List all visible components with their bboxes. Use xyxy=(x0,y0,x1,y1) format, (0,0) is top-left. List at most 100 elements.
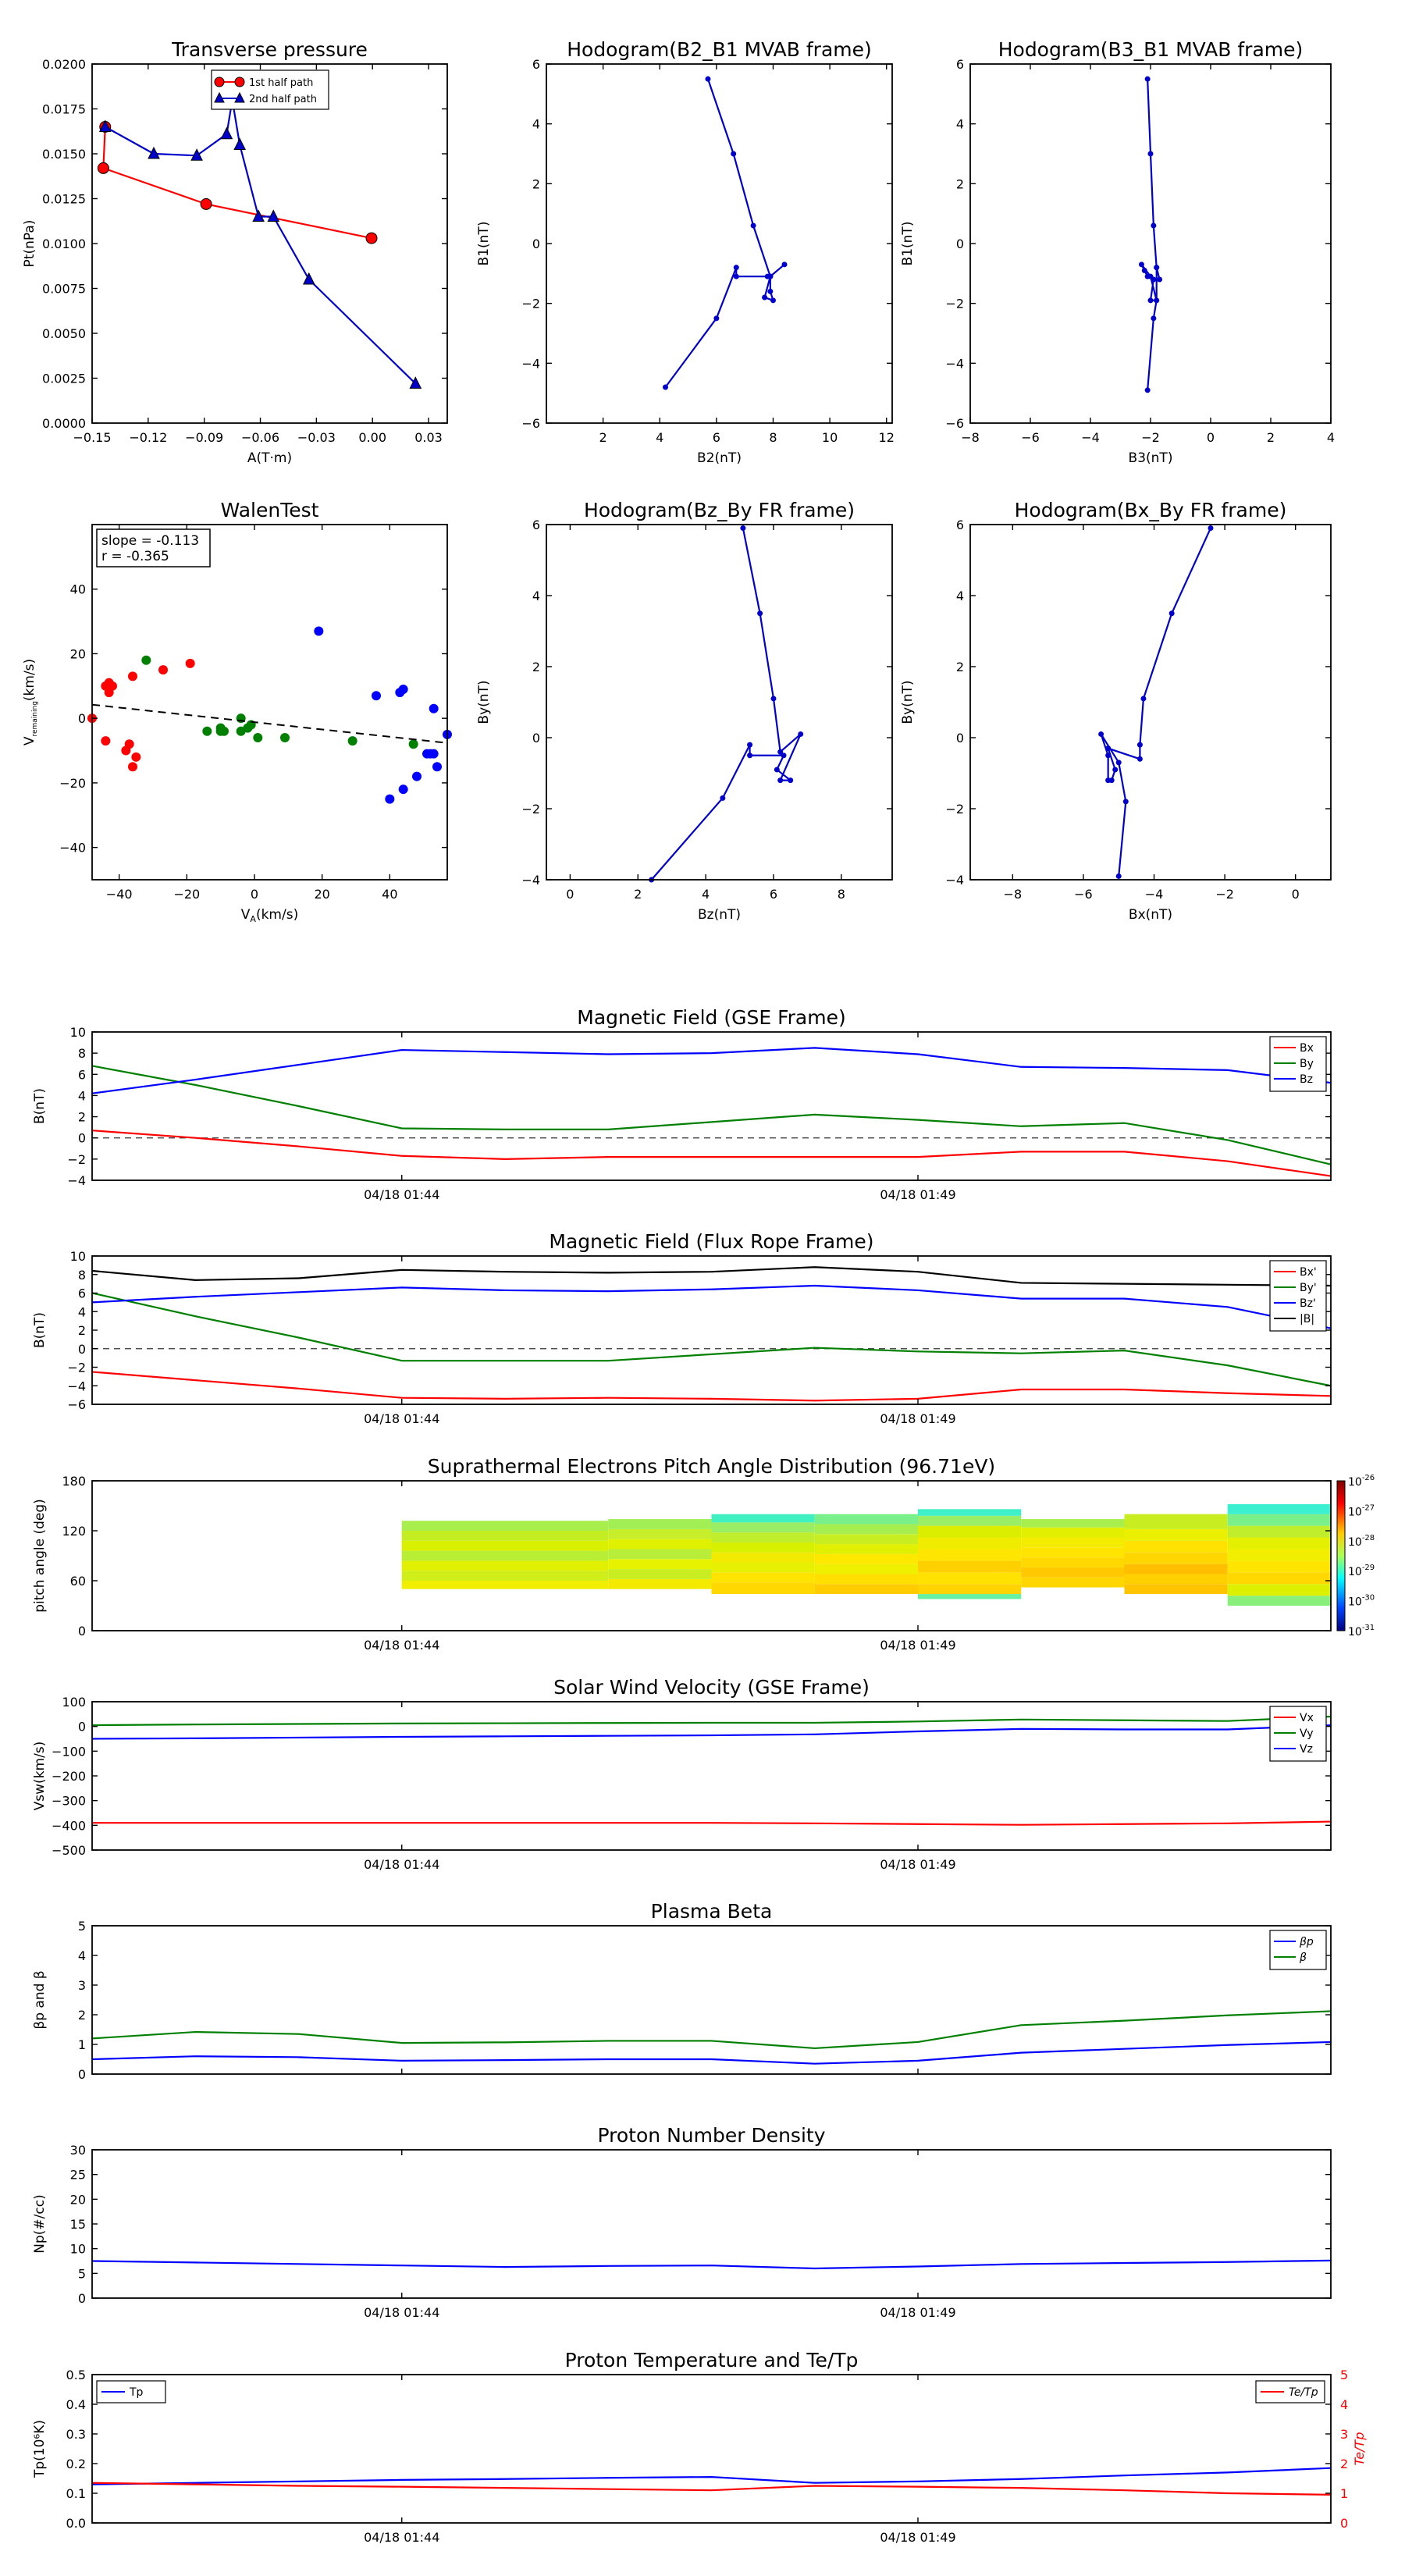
heatmap-cell xyxy=(711,1572,815,1583)
y-tick-label: −300 xyxy=(52,1794,86,1809)
chart-np: Proton Number Density 04/18 01:44 04/18 01… xyxy=(32,2124,1332,2320)
y-tick-label: −4 xyxy=(945,873,964,888)
data-point xyxy=(705,76,711,82)
data-point xyxy=(314,626,324,636)
heatmap-cell xyxy=(918,1525,1022,1538)
x-axis-label-rest: (km/s) xyxy=(256,907,298,923)
chart-beta: Plasma Beta 0 1 2 3 4 5 βp and β βp β xyxy=(32,1900,1332,2082)
x-tick-label: −0.15 xyxy=(73,430,111,445)
x-tick-label: 04/18 01:49 xyxy=(880,2530,955,2545)
x-tick-label: 6 xyxy=(713,430,720,445)
data-point xyxy=(733,265,739,271)
x-axis-label: VA(km/s) xyxy=(241,907,298,924)
y-tick-label: 0.4 xyxy=(66,2397,86,2412)
legend-label: Vy xyxy=(1300,1727,1314,1740)
plot-frame xyxy=(91,2149,1332,2299)
x-tick-label: −0.12 xyxy=(129,430,167,445)
chart-title: Hodogram(Bx_By FR frame) xyxy=(1015,499,1287,521)
plot-frame xyxy=(969,524,1332,881)
heatmap-cell xyxy=(1124,1528,1228,1541)
data-point xyxy=(1105,753,1112,759)
x-tick-label: 04/18 01:49 xyxy=(880,1638,955,1653)
x-tick-label: 04/18 01:49 xyxy=(880,1187,955,1202)
y-tick-label: 0.0100 xyxy=(42,237,86,251)
heatmap-cell xyxy=(1021,1567,1125,1578)
legend-label: By' xyxy=(1300,1282,1317,1294)
series-line-0 xyxy=(91,2259,1332,2270)
x-tick-label: 4 xyxy=(1327,430,1335,445)
y-tick-label: 4 xyxy=(956,589,964,603)
y-tick-label: 8 xyxy=(78,1268,86,1283)
series-line-Bz' xyxy=(91,1284,1332,1329)
chart-h2: Hodogram(B3_B1 MVAB frame)−8 −6 −4 −2 0 2 4−6−… xyxy=(900,38,1335,466)
heatmap-cell xyxy=(814,1564,918,1574)
x-tick-label: 0 xyxy=(1207,430,1215,445)
legend-label: Bx' xyxy=(1300,1266,1317,1279)
y-tick-label: 10 xyxy=(70,1025,86,1040)
y-tick-label: 180 xyxy=(62,1474,86,1489)
data-point xyxy=(1115,760,1122,766)
y-tick-label: 0 xyxy=(532,731,540,745)
y2-tick-label: 4 xyxy=(1340,2397,1348,2412)
y-tick-label: 120 xyxy=(62,1524,86,1539)
data-point xyxy=(747,753,753,759)
heatmap-cell xyxy=(1124,1552,1228,1564)
data-point xyxy=(1122,799,1129,805)
y-tick-label: 0.0025 xyxy=(42,372,86,386)
data-point xyxy=(770,696,777,702)
data-point xyxy=(398,785,408,795)
data-point xyxy=(124,739,134,749)
data-point xyxy=(97,162,109,174)
heatmap-cell xyxy=(608,1549,712,1560)
y2-tick-label: 3 xyxy=(1340,2427,1348,2442)
colorbar xyxy=(1336,1480,1346,1631)
data-point xyxy=(253,733,263,742)
y-tick-label: 0 xyxy=(956,237,964,251)
x-tick-label: 04/18 01:49 xyxy=(880,1857,955,1872)
heatmap-cell xyxy=(1227,1596,1331,1606)
x-tick-label: −4 xyxy=(1081,430,1100,445)
x-tick-label: 4 xyxy=(702,887,710,902)
y-tick-label: 0.5 xyxy=(66,2368,86,2382)
plot-frame xyxy=(546,63,893,424)
series-line-By xyxy=(91,1065,1332,1165)
data-point xyxy=(1208,525,1214,532)
heatmap-cell xyxy=(918,1549,1022,1561)
heatmap-cell xyxy=(918,1560,1022,1573)
y-axis-label: B1(nT) xyxy=(476,222,492,266)
y-tick-label: 4 xyxy=(532,117,540,132)
y-tick-label: −20 xyxy=(59,776,86,791)
chart-title: Plasma Beta xyxy=(651,1900,773,1923)
y-tick-label: 0.2 xyxy=(66,2457,86,2471)
y2-tick-label: 0 xyxy=(1340,2516,1348,2531)
x-tick-label: −8 xyxy=(961,430,980,445)
data-point xyxy=(762,294,768,301)
data-point xyxy=(385,794,395,804)
x-tick-label: −2 xyxy=(1141,430,1160,445)
data-point xyxy=(108,681,117,691)
data-point xyxy=(1141,268,1147,273)
x-tick-label: 0.03 xyxy=(414,430,443,445)
series-line-0 xyxy=(650,528,802,881)
series-line-By' xyxy=(91,1292,1332,1387)
y2-tick-label: 5 xyxy=(1340,2368,1348,2382)
y-tick-label: 0 xyxy=(78,1624,86,1638)
data-point xyxy=(798,731,804,737)
y-tick-label: −4 xyxy=(67,1173,86,1188)
heatmap-cell xyxy=(918,1572,1022,1585)
data-point xyxy=(767,288,774,294)
y-axis-label: Vsw(km/s) xyxy=(32,1742,48,1811)
y-tick-label: 0 xyxy=(78,1720,86,1735)
y-tick-label: 15 xyxy=(70,2217,86,2232)
y-tick-label: 0.0000 xyxy=(42,416,86,431)
heatmap-cell xyxy=(711,1542,815,1553)
y-tick-label: 6 xyxy=(956,57,964,72)
y-tick-label: −2 xyxy=(521,297,540,311)
y-axis-label: Pt(nPa) xyxy=(22,220,37,268)
data-point xyxy=(1098,731,1104,737)
data-point xyxy=(1151,315,1157,322)
y-tick-label: −4 xyxy=(521,873,540,888)
data-point xyxy=(1140,696,1147,702)
y-tick-label: 8 xyxy=(78,1046,86,1061)
heatmap-cell xyxy=(918,1509,1022,1516)
